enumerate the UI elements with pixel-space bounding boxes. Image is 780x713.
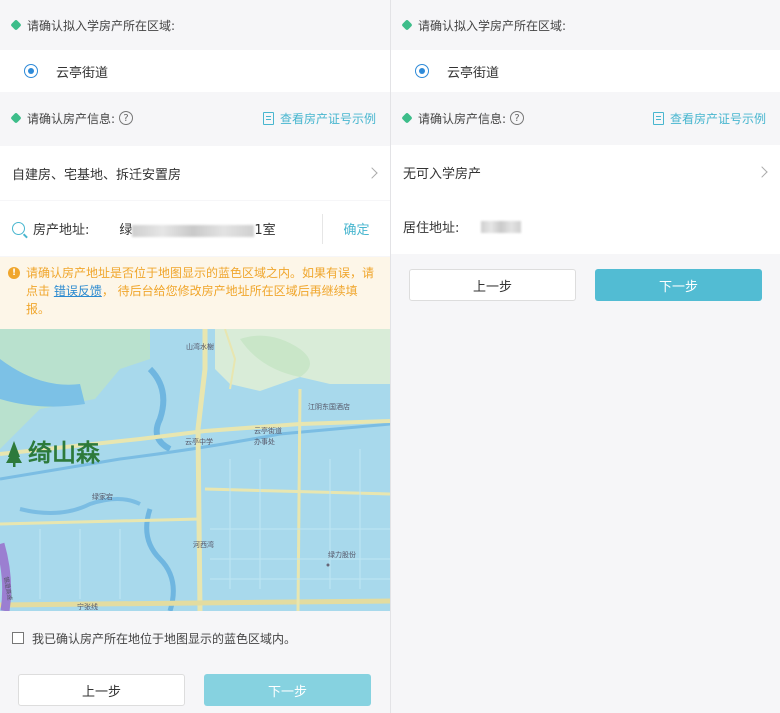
address-label: 房产地址: xyxy=(33,223,90,238)
chevron-right-icon xyxy=(366,167,378,179)
redacted-address xyxy=(481,220,522,233)
region-option-row[interactable]: 云亭街道 xyxy=(0,50,390,92)
help-icon[interactable]: ? xyxy=(510,111,525,125)
document-icon xyxy=(262,111,274,125)
document-icon xyxy=(652,111,664,125)
search-icon xyxy=(12,222,25,235)
next-step-button[interactable]: 下一步 xyxy=(595,269,762,301)
property-section-header: 请确认房产信息: ? 查看房产证号示例 xyxy=(0,92,390,144)
residence-address-label: 居住地址: xyxy=(403,221,460,236)
view-certificate-example-link[interactable]: 查看房产证号示例 xyxy=(652,110,766,127)
address-value: 绿 1室 xyxy=(119,219,275,238)
region-header-text: 请确认拟入学房产所在区域: xyxy=(27,18,176,33)
map-label-bold: 绮山森 xyxy=(28,439,101,467)
property-type-row[interactable]: 自建房、宅基地、拆迁安置房 xyxy=(0,146,390,200)
error-feedback-link[interactable]: 错误反馈 xyxy=(54,284,102,298)
residence-address-row: 居住地址: xyxy=(391,199,780,254)
map-road xyxy=(296,388,302,611)
view-certificate-example-link[interactable]: 查看房产证号示例 xyxy=(262,110,376,127)
diamond-bullet-icon xyxy=(10,19,22,31)
example-link-label: 查看房产证号示例 xyxy=(669,111,766,126)
confirm-address-button[interactable]: 确定 xyxy=(322,213,390,244)
confirm-checkbox[interactable] xyxy=(12,632,24,644)
region-option-label: 云亭街道 xyxy=(447,65,500,81)
map-label: 山湾水榭 xyxy=(186,342,214,351)
region-map[interactable]: 绮山森 山湾水榭 江阴东国酒店 云亭中学 云亭街道 办事处 绿家宕 河西湾 绿力… xyxy=(0,329,390,611)
chevron-right-icon xyxy=(756,166,768,178)
diamond-bullet-icon xyxy=(10,112,22,124)
diamond-bullet-icon xyxy=(401,19,413,31)
map-label: 宁张线 xyxy=(77,602,98,611)
property-type-label: 无可入学房产 xyxy=(403,166,482,182)
right-panel: 请确认拟入学房产所在区域: 云亭街道 请确认房产信息: ? 查看房产证号示例 无… xyxy=(391,0,780,713)
redacted-address xyxy=(132,224,255,237)
confirm-checkbox-label: 我已确认房产所在地位于地图显示的蓝色区域内。 xyxy=(32,631,297,646)
property-type-row[interactable]: 无可入学房产 xyxy=(391,145,780,199)
help-icon[interactable]: ? xyxy=(119,111,134,125)
map-label: 绿家宕 xyxy=(92,492,113,501)
map-label: 云亭中学 xyxy=(185,437,213,446)
map-label: 云亭街道 xyxy=(254,426,282,435)
region-option-row[interactable]: 云亭街道 xyxy=(391,50,780,92)
left-panel: 请确认拟入学房产所在区域: 云亭街道 请确认房产信息: ? 查看房产证号示例 自… xyxy=(0,0,390,713)
next-step-button[interactable]: 下一步 xyxy=(204,674,371,706)
map-canvas: 绮山森 山湾水榭 江阴东国酒店 云亭中学 云亭街道 办事处 绿家宕 河西湾 绿力… xyxy=(0,329,390,611)
radio-selected-icon[interactable] xyxy=(24,64,38,78)
region-option-label: 云亭街道 xyxy=(56,65,109,81)
warning-notice: ! 请确认房产地址是否位于地图显示的蓝色区域之内。如果有误，请点击 错误反馈， … xyxy=(0,257,390,329)
address-suffix: 1室 xyxy=(254,223,276,238)
property-type-label: 自建房、宅基地、拆迁安置房 xyxy=(12,167,182,183)
diamond-bullet-icon xyxy=(401,112,413,124)
region-section-header: 请确认拟入学房产所在区域: xyxy=(391,0,780,50)
region-section-header: 请确认拟入学房产所在区域: xyxy=(0,0,390,50)
map-label: 河西湾 xyxy=(193,540,214,549)
address-row: 房产地址: 绿 1室 确定 xyxy=(0,201,390,256)
region-header-text: 请确认拟入学房产所在区域: xyxy=(418,18,567,33)
property-header-text: 请确认房产信息: xyxy=(27,111,116,126)
warning-icon: ! xyxy=(8,267,20,279)
map-label: 绿力股份 xyxy=(328,550,356,559)
prev-step-button[interactable]: 上一步 xyxy=(409,269,576,301)
map-label: 办事处 xyxy=(254,437,275,446)
map-poi-marker xyxy=(326,563,330,567)
property-section-header: 请确认房产信息: ? 查看房产证号示例 xyxy=(391,92,780,144)
map-label: 江阴东国酒店 xyxy=(308,402,350,411)
address-prefix: 绿 xyxy=(119,223,133,238)
radio-selected-icon[interactable] xyxy=(415,64,429,78)
example-link-label: 查看房产证号示例 xyxy=(279,111,376,126)
property-header-text: 请确认房产信息: xyxy=(418,111,507,126)
prev-step-button[interactable]: 上一步 xyxy=(18,674,185,706)
confirm-checkbox-row[interactable]: 我已确认房产所在地位于地图显示的蓝色区域内。 xyxy=(0,620,390,656)
